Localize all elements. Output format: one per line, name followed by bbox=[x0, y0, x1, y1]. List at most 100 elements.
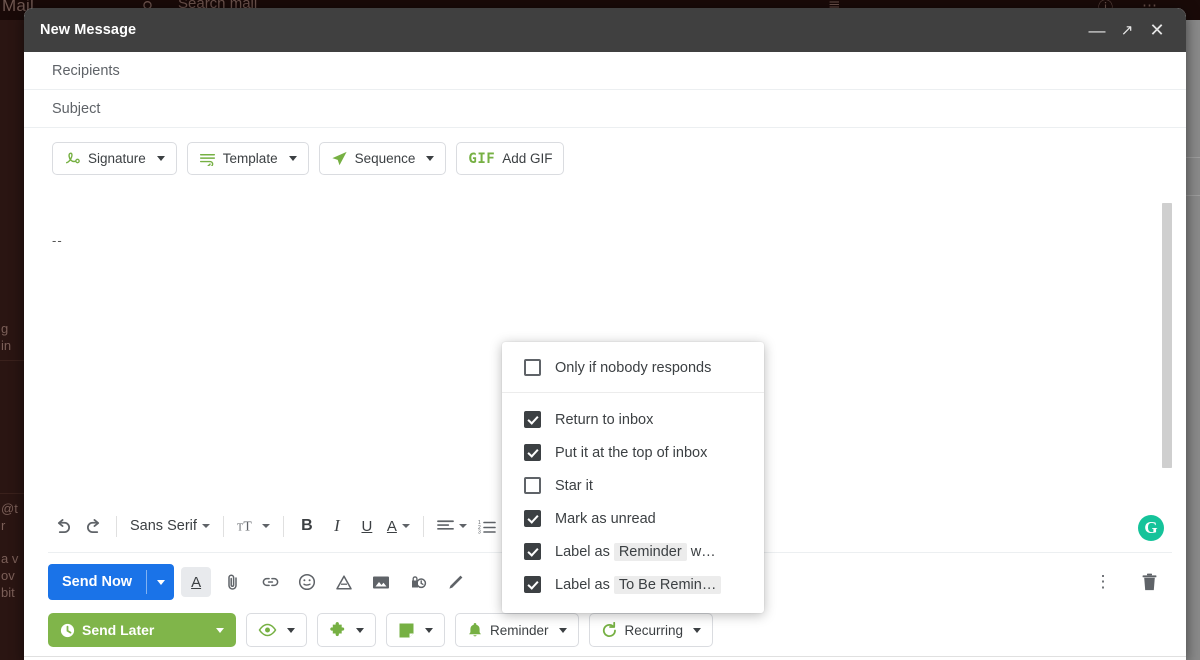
trash-icon[interactable] bbox=[1134, 567, 1164, 597]
recurring-button[interactable]: Recurring bbox=[588, 613, 714, 647]
chevron-down-icon[interactable] bbox=[287, 627, 295, 633]
checkbox-checked-icon[interactable] bbox=[524, 444, 541, 461]
tracking-button[interactable] bbox=[246, 613, 307, 647]
menu-group-condition: Only if nobody responds bbox=[502, 342, 764, 393]
menu-item-label-as-reminder[interactable]: Label as Reminder w… bbox=[502, 535, 764, 568]
reminder-button[interactable]: Reminder bbox=[455, 613, 579, 647]
send-later-button[interactable]: Send Later bbox=[48, 613, 236, 647]
send-options-dropdown[interactable] bbox=[147, 564, 174, 600]
text-format-icon[interactable]: A bbox=[181, 567, 212, 597]
divider bbox=[282, 515, 284, 537]
checkbox-unchecked-icon[interactable] bbox=[524, 359, 541, 376]
menu-item-only-if-nobody-responds[interactable]: Only if nobody responds bbox=[502, 351, 764, 384]
undo-icon[interactable] bbox=[48, 510, 78, 542]
clock-icon bbox=[60, 623, 75, 638]
bg-text-fragment: g bbox=[1, 321, 9, 336]
close-icon[interactable]: ✕ bbox=[1142, 15, 1172, 45]
chevron-down-icon[interactable] bbox=[458, 524, 467, 528]
underline-button[interactable]: U bbox=[352, 510, 382, 542]
subject-placeholder: Subject bbox=[52, 100, 101, 117]
label-chip[interactable]: To Be Remin… bbox=[613, 575, 722, 594]
chevron-down-icon[interactable] bbox=[261, 524, 270, 528]
chevron-down-icon[interactable] bbox=[425, 627, 433, 633]
menu-item-label-as-to-be-reminded[interactable]: Label as To Be Remin… bbox=[502, 568, 764, 601]
bold-button[interactable]: B bbox=[292, 510, 322, 542]
more-options-icon[interactable]: ⋮ bbox=[1088, 567, 1118, 597]
emoji-icon[interactable] bbox=[292, 567, 322, 597]
popout-icon[interactable]: ↗ bbox=[1112, 15, 1142, 45]
recurring-refresh-icon bbox=[601, 621, 618, 639]
chevron-down-icon[interactable] bbox=[401, 524, 410, 528]
bg-text-fragment: ov bbox=[1, 568, 15, 583]
menu-item-label: Return to inbox bbox=[555, 411, 654, 428]
body-scrollbar-thumb[interactable] bbox=[1162, 203, 1172, 468]
bg-text-fragment: bit bbox=[1, 585, 15, 600]
chevron-down-icon[interactable] bbox=[693, 627, 702, 633]
menu-item-return-to-inbox[interactable]: Return to inbox bbox=[502, 403, 764, 436]
chevron-down-icon[interactable] bbox=[216, 627, 224, 633]
add-gif-button[interactable]: GIF Add GIF bbox=[456, 142, 565, 175]
menu-item-put-at-top-of-inbox[interactable]: Put it at the top of inbox bbox=[502, 436, 764, 469]
compose-title: New Message bbox=[40, 22, 137, 38]
sequence-label: Sequence bbox=[354, 151, 416, 166]
label-chip[interactable]: Reminder bbox=[613, 542, 687, 561]
signature-pen-icon[interactable] bbox=[440, 567, 470, 597]
sequence-button[interactable]: Sequence bbox=[318, 142, 447, 175]
send-now-label: Send Now bbox=[62, 574, 133, 590]
google-drive-icon[interactable] bbox=[329, 567, 359, 597]
menu-item-label: Put it at the top of inbox bbox=[555, 444, 708, 461]
checkbox-checked-icon[interactable] bbox=[524, 510, 541, 527]
font-size-selector[interactable]: TT bbox=[232, 510, 275, 542]
checkbox-checked-icon[interactable] bbox=[524, 543, 541, 560]
addon-toolbar: Signature Template Sequence GIF Add GIF bbox=[24, 128, 1186, 189]
eye-tracking-icon bbox=[258, 623, 277, 637]
align-left-icon[interactable] bbox=[432, 510, 472, 542]
confidential-mode-icon[interactable] bbox=[403, 567, 433, 597]
chevron-down-icon[interactable] bbox=[426, 156, 435, 161]
menu-item-star-it[interactable]: Star it bbox=[502, 469, 764, 502]
checkbox-unchecked-icon[interactable] bbox=[524, 477, 541, 494]
apps-button[interactable] bbox=[317, 613, 376, 647]
signature-label: Signature bbox=[88, 151, 146, 166]
signature-button[interactable]: Signature bbox=[52, 142, 177, 175]
notes-button[interactable] bbox=[386, 613, 445, 647]
bell-icon bbox=[467, 622, 483, 639]
recipients-field[interactable]: Recipients bbox=[24, 52, 1186, 90]
divider bbox=[24, 656, 1186, 657]
text-color-button[interactable]: A bbox=[382, 510, 415, 542]
send-later-label: Send Later bbox=[82, 622, 155, 638]
divider bbox=[222, 515, 224, 537]
chevron-down-icon[interactable] bbox=[558, 627, 567, 633]
chevron-down-icon[interactable] bbox=[156, 156, 165, 161]
checkbox-checked-icon[interactable] bbox=[524, 411, 541, 428]
insert-photo-icon[interactable] bbox=[366, 567, 396, 597]
signature-separator: -- bbox=[52, 233, 63, 248]
chevron-down-icon[interactable] bbox=[288, 156, 297, 161]
numbered-list-icon[interactable]: 123 bbox=[472, 510, 502, 542]
compose-title-bar: New Message — ↗ ✕ bbox=[24, 8, 1186, 52]
gif-icon: GIF bbox=[468, 150, 496, 167]
font-family-selector[interactable]: Sans Serif bbox=[125, 510, 215, 542]
chevron-down-icon[interactable] bbox=[201, 524, 210, 528]
svg-text:T: T bbox=[243, 519, 252, 534]
menu-item-label: Only if nobody responds bbox=[555, 359, 712, 376]
checkbox-checked-icon[interactable] bbox=[524, 576, 541, 593]
signature-icon bbox=[64, 151, 81, 166]
subject-field[interactable]: Subject bbox=[24, 90, 1186, 128]
send-now-button[interactable]: Send Now bbox=[48, 564, 175, 600]
gmail-background-left-strip: g in @t r a v ov bit bbox=[0, 20, 24, 660]
menu-item-mark-as-unread[interactable]: Mark as unread bbox=[502, 502, 764, 535]
minimize-icon[interactable]: — bbox=[1082, 15, 1112, 45]
template-icon bbox=[199, 152, 216, 166]
italic-button[interactable]: I bbox=[322, 510, 352, 542]
label-trailing-text: w… bbox=[690, 543, 716, 560]
bg-text-fragment: a v bbox=[1, 551, 19, 566]
chevron-down-icon[interactable] bbox=[356, 627, 364, 633]
link-icon[interactable] bbox=[255, 567, 285, 597]
divider bbox=[0, 360, 24, 361]
attachment-icon[interactable] bbox=[218, 567, 248, 597]
redo-icon[interactable] bbox=[78, 510, 108, 542]
grammarly-icon[interactable]: G bbox=[1138, 515, 1164, 541]
divider bbox=[422, 515, 424, 537]
template-button[interactable]: Template bbox=[186, 142, 309, 175]
